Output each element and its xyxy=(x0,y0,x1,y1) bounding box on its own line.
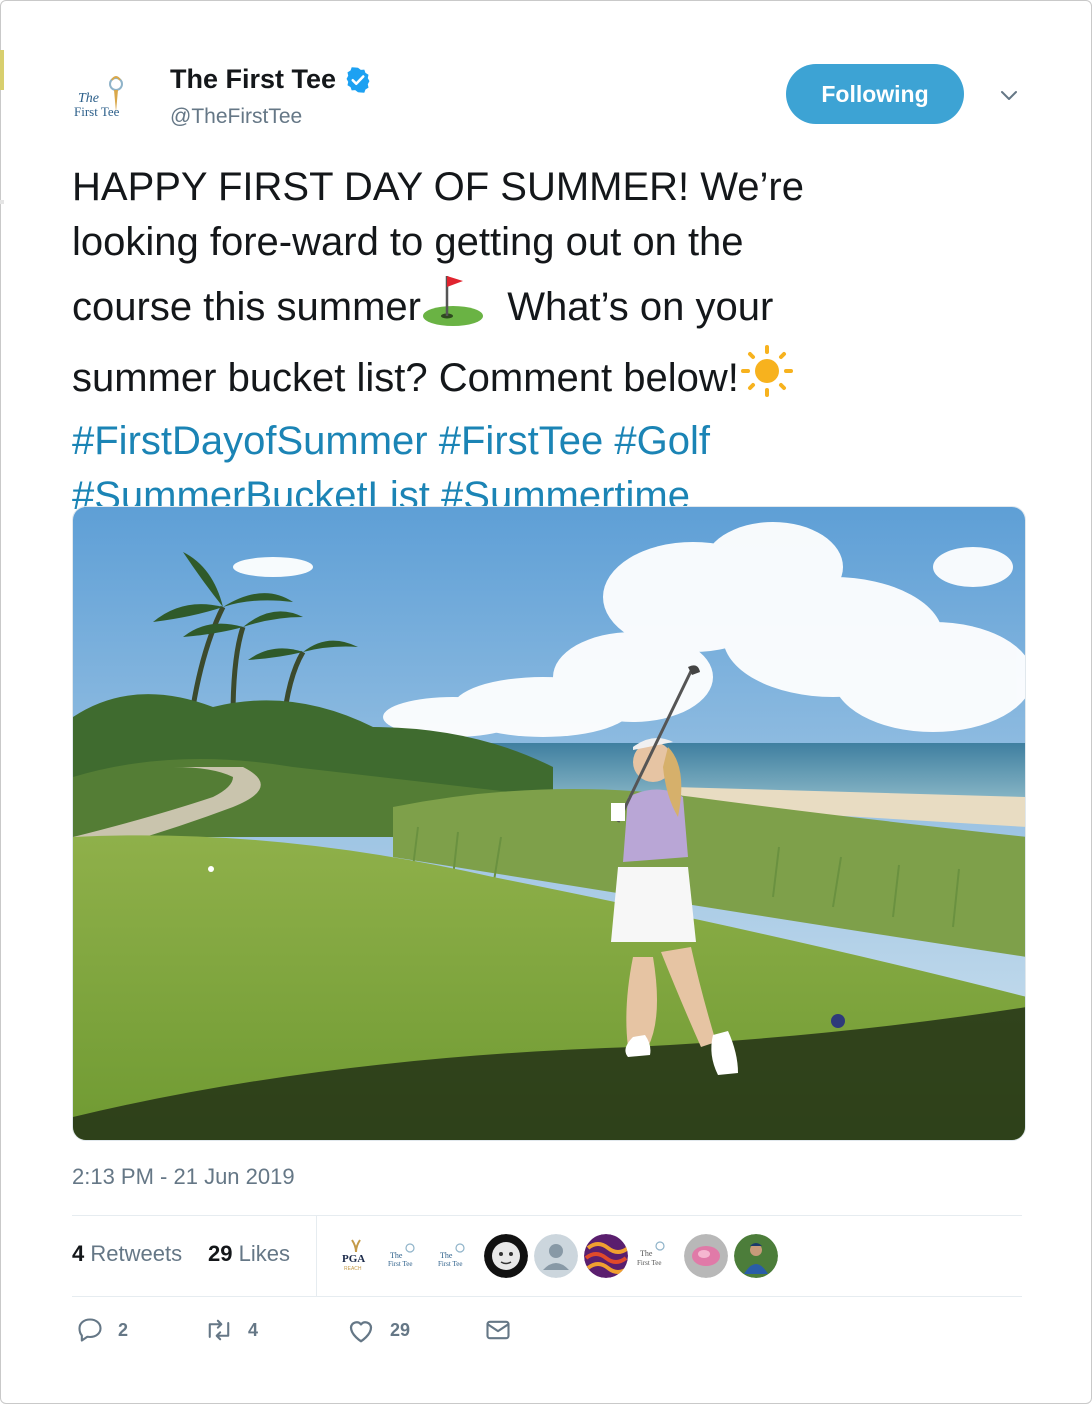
chevron-down-icon[interactable] xyxy=(998,84,1020,106)
tweet-actions: 2 4 29 xyxy=(72,1316,672,1356)
svg-text:The: The xyxy=(440,1251,453,1260)
svg-text:First Tee: First Tee xyxy=(637,1259,661,1267)
likes-count: 29 xyxy=(208,1241,233,1266)
first-tee-san-diego-logo-icon: The First Tee xyxy=(637,1241,665,1267)
hashtag-link[interactable]: #FirstDayofSummer xyxy=(72,419,428,463)
retweets-count: 4 xyxy=(72,1241,85,1266)
likes-label: Likes xyxy=(238,1241,290,1266)
edge-decoration xyxy=(0,200,4,204)
sun-emoji-icon xyxy=(739,343,795,414)
following-button[interactable]: Following xyxy=(786,64,964,124)
retweets-label: Retweets xyxy=(90,1241,183,1266)
baby-avatar-icon xyxy=(484,1234,528,1278)
svg-text:The: The xyxy=(390,1251,403,1260)
reply-count: 2 xyxy=(118,1319,129,1340)
liker-avatar[interactable] xyxy=(684,1234,728,1278)
liker-avatar[interactable] xyxy=(484,1234,528,1278)
like-button[interactable]: 29 xyxy=(346,1316,410,1344)
tweet-text: HAPPY FIRST DAY OF SUMMER! We’re looking… xyxy=(72,160,972,524)
hashtag-line: #FirstDayofSummer #FirstTee #Golf xyxy=(72,414,972,469)
tweet-line: course this summer What’s on your xyxy=(72,270,972,343)
liker-avatar[interactable]: The First Tee xyxy=(384,1234,428,1278)
first-tee-logo-icon: The First Tee xyxy=(388,1243,415,1268)
retweet-button[interactable]: 4 xyxy=(204,1316,258,1344)
liker-avatars: PGA REACH The First Tee The First Tee Th… xyxy=(334,1234,778,1278)
pink-flower-avatar-icon xyxy=(684,1234,728,1278)
default-avatar-icon xyxy=(534,1234,578,1278)
tweet-timestamp[interactable]: 2:13 PM - 21 Jun 2019 xyxy=(72,1164,295,1190)
svg-text:PGA: PGA xyxy=(342,1253,365,1265)
golf-course-photo xyxy=(73,507,1025,1140)
golf-flag-emoji-icon xyxy=(421,270,485,343)
svg-text:First Tee: First Tee xyxy=(438,1260,462,1268)
hashtag-link[interactable]: #Golf xyxy=(614,419,710,463)
divider xyxy=(72,1296,1022,1297)
envelope-icon xyxy=(486,1320,510,1340)
svg-text:First Tee: First Tee xyxy=(388,1260,412,1268)
tweet-photo[interactable] xyxy=(72,506,1026,1141)
pga-reach-logo-icon: PGA REACH xyxy=(342,1239,365,1272)
verified-badge-icon xyxy=(346,66,370,93)
liker-avatar[interactable]: PGA REACH xyxy=(334,1234,378,1278)
retweet-count: 4 xyxy=(248,1319,259,1340)
svg-text:REACH: REACH xyxy=(344,1266,362,1272)
reply-icon xyxy=(78,1318,102,1342)
tweet-stats: 4 Retweets 29 Likes PGA REACH The First … xyxy=(72,1216,1022,1296)
divider xyxy=(316,1216,317,1296)
like-count: 29 xyxy=(390,1319,411,1340)
first-tee-logo-icon: The First Tee xyxy=(438,1243,465,1268)
retweets-stat[interactable]: 4 Retweets xyxy=(72,1241,182,1267)
tweet-line: HAPPY FIRST DAY OF SUMMER! We’re xyxy=(72,165,804,209)
svg-text:The: The xyxy=(640,1249,653,1258)
tweet-line-part: course this summer xyxy=(72,285,421,329)
liker-avatar[interactable]: The First Tee xyxy=(634,1234,678,1278)
liker-avatar[interactable] xyxy=(584,1234,628,1278)
tweet-header: The First Tee The First Tee @TheFirstTee… xyxy=(72,60,1032,140)
heart-icon xyxy=(349,1321,373,1343)
first-tee-logo-icon: The First Tee xyxy=(74,76,123,119)
tweet-line: summer bucket list? Comment below! xyxy=(72,343,972,414)
tweet-line: looking fore-ward to getting out on the xyxy=(72,220,744,264)
handle[interactable]: @TheFirstTee xyxy=(170,105,302,129)
likes-stat[interactable]: 29 Likes xyxy=(208,1241,290,1267)
svg-text:First Tee: First Tee xyxy=(74,104,120,119)
liker-avatar[interactable] xyxy=(534,1234,578,1278)
tweet-line-part: What’s on your xyxy=(507,285,774,329)
tweet-line-part: summer bucket list? Comment below! xyxy=(72,356,739,400)
account-avatar[interactable]: The First Tee xyxy=(72,66,150,130)
direct-message-button[interactable] xyxy=(484,1316,512,1344)
display-name[interactable]: The First Tee xyxy=(170,64,336,95)
liker-avatar[interactable] xyxy=(734,1234,778,1278)
reply-button[interactable]: 2 xyxy=(76,1316,128,1344)
liker-avatar[interactable]: The First Tee xyxy=(434,1234,478,1278)
name-row: The First Tee xyxy=(170,64,372,95)
edge-decoration xyxy=(0,50,4,90)
retweet-icon xyxy=(208,1319,230,1341)
golfer-avatar-icon xyxy=(734,1234,778,1278)
hashtag-link[interactable]: #FirstTee xyxy=(439,419,604,463)
pattern-avatar-icon xyxy=(584,1234,628,1278)
